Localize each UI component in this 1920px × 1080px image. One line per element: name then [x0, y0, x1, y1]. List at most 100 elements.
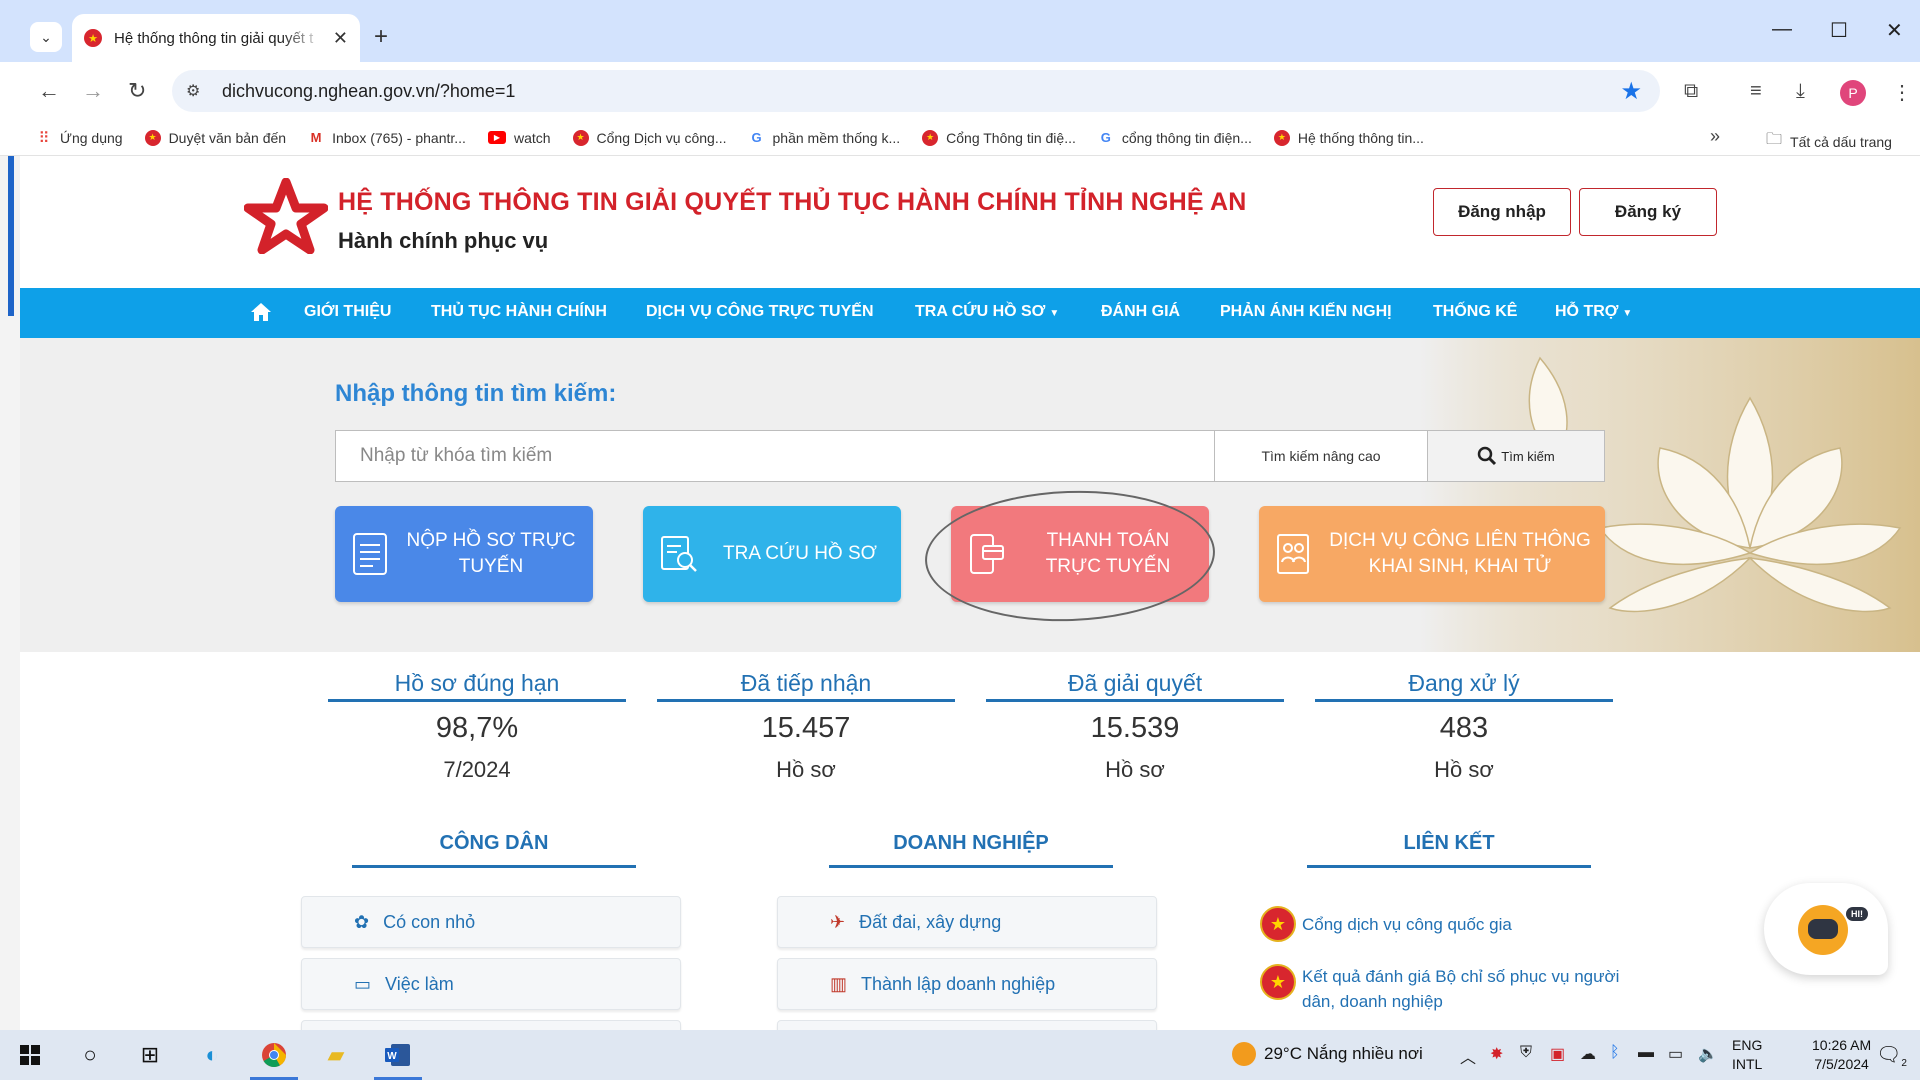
- land-icon: ✈: [830, 911, 846, 932]
- close-icon[interactable]: ✕: [333, 28, 348, 49]
- link-label: Cổng dịch vụ công quốc gia: [1302, 915, 1512, 934]
- bookmark-item[interactable]: Gcổng thông tin điện...: [1098, 130, 1252, 146]
- minimize-icon[interactable]: —: [1772, 18, 1792, 41]
- bookmark-star-icon[interactable]: ★: [1620, 77, 1642, 106]
- category-label: Có con nhỏ: [383, 911, 476, 932]
- task-view-icon[interactable]: ⊞: [122, 1030, 178, 1080]
- category-dat-dai-xay-dung[interactable]: ✈ Đất đai, xây dựng: [777, 896, 1157, 948]
- lotus-background-image: [1420, 338, 1920, 652]
- nav-dich-vu-cong[interactable]: DỊCH VỤ CÔNG TRỰC TUYẾN: [646, 303, 874, 321]
- profile-avatar[interactable]: P: [1840, 80, 1866, 106]
- nav-ho-tro[interactable]: HỖ TRỢ ▼: [1555, 303, 1632, 321]
- nav-danh-gia[interactable]: ĐÁNH GIÁ: [1101, 303, 1180, 321]
- input-language-indicator[interactable]: ENG INTL: [1732, 1036, 1762, 1074]
- window-close-icon[interactable]: ✕: [1886, 18, 1903, 43]
- emblem-icon: ★: [572, 129, 589, 146]
- system-clock[interactable]: 10:26 AM 7/5/2024: [1812, 1036, 1871, 1074]
- service-label: DỊCH VỤ CÔNG LIÊN THÔNG KHAI SINH, KHAI …: [1329, 530, 1591, 577]
- bookmark-item[interactable]: ★ Cổng Thông tin điệ...: [922, 129, 1076, 146]
- bookmark-label: watch: [513, 129, 551, 146]
- stat-processing: Đang xử lý 483 Hồ sơ: [1315, 664, 1613, 783]
- bookmark-item[interactable]: ⠿ Ứng dụng: [36, 130, 123, 147]
- weather-widget[interactable]: 29°C Nắng nhiều nơi: [1232, 1042, 1423, 1066]
- national-emblem-icon: ★: [1260, 964, 1296, 1000]
- emblem-icon: ★: [144, 129, 161, 146]
- home-icon[interactable]: [250, 301, 272, 323]
- all-bookmarks-button[interactable]: 🗀 Tất cả dấu trang: [1766, 128, 1892, 155]
- bookmark-item[interactable]: ★ Hệ thống thông tin...: [1273, 129, 1424, 146]
- antivirus-icon[interactable]: ▣: [1550, 1044, 1565, 1064]
- media-control-icon[interactable]: ≡: [1750, 80, 1762, 103]
- nav-label: DỊCH VỤ CÔNG TRỰC TUYẾN: [646, 303, 874, 320]
- nav-tra-cuu-ho-so[interactable]: TRA CỨU HỒ SƠ ▼: [915, 303, 1059, 321]
- bookmark-item[interactable]: M Inbox (765) - phantr...: [308, 130, 466, 146]
- site-logo-icon[interactable]: [244, 178, 328, 254]
- search-circle-icon[interactable]: ○: [62, 1030, 118, 1080]
- search-button[interactable]: Tìm kiếm: [1427, 430, 1605, 482]
- category-co-con-nho[interactable]: ✿ Có con nhỏ: [301, 896, 681, 948]
- link-national-public-service-portal[interactable]: ★ Cổng dịch vụ công quốc gia: [1260, 906, 1512, 942]
- tab-search-button[interactable]: ⌄: [30, 22, 62, 52]
- menu-kebab-icon[interactable]: ⋮: [1892, 80, 1912, 105]
- back-arrow-icon[interactable]: ←: [38, 78, 60, 104]
- category-label: Việc làm: [385, 973, 454, 994]
- link-service-index-results[interactable]: ★ Kết quả đánh giá Bộ chỉ số phục vụ ngư…: [1260, 964, 1619, 1014]
- nav-phan-anh-kien-nghi[interactable]: PHẢN ÁNH KIẾN NGHỊ: [1220, 303, 1392, 321]
- login-button[interactable]: Đăng nhập: [1433, 188, 1571, 236]
- category-viec-lam[interactable]: ▭ Việc làm: [301, 958, 681, 1010]
- link-label-line: Kết quả đánh giá Bộ chỉ số phục vụ người: [1302, 967, 1620, 986]
- site-settings-icon[interactable]: ⚙: [186, 81, 208, 101]
- submit-online-application-button[interactable]: NỘP HỒ SƠ TRỰC TUYẾN: [335, 506, 593, 602]
- notification-center-icon[interactable]: 🗨2: [1876, 1042, 1907, 1069]
- file-explorer-icon[interactable]: ▰: [308, 1030, 364, 1080]
- bluetooth-icon[interactable]: ᛒ: [1610, 1044, 1620, 1062]
- reload-icon[interactable]: ↻: [128, 78, 146, 104]
- chrome-browser-icon[interactable]: [246, 1030, 302, 1080]
- category-more-citizen[interactable]: [301, 1020, 681, 1030]
- birth-death-registration-button[interactable]: DỊCH VỤ CÔNG LIÊN THÔNG KHAI SINH, KHAI …: [1259, 506, 1605, 602]
- bookmark-item[interactable]: Gphần mềm thống k...: [749, 130, 900, 146]
- nav-thu-tuc-hanh-chinh[interactable]: THỦ TỤC HÀNH CHÍNH: [431, 303, 607, 321]
- bookmark-item[interactable]: ▶ watch: [487, 129, 551, 146]
- register-button[interactable]: Đăng ký: [1579, 188, 1717, 236]
- search-input[interactable]: [335, 430, 1215, 482]
- network-icon[interactable]: ▭: [1668, 1044, 1683, 1064]
- site-title: HỆ THỐNG THÔNG TIN GIẢI QUYẾT THỦ TỤC HÀ…: [338, 188, 1247, 216]
- link-label-line: dân, doanh nghiệp: [1302, 992, 1443, 1011]
- windows-start-icon[interactable]: [2, 1030, 58, 1080]
- download-icon[interactable]: ⤓: [1796, 80, 1805, 103]
- stat-resolved: Đã giải quyết 15.539 Hồ sơ: [986, 664, 1284, 783]
- advanced-search-button[interactable]: Tìm kiếm nâng cao: [1214, 430, 1428, 482]
- volume-icon[interactable]: 🔈: [1698, 1044, 1718, 1064]
- stat-value: 15.457: [761, 712, 851, 744]
- category-more-business[interactable]: [777, 1020, 1157, 1030]
- lookup-application-button[interactable]: TRA CỨU HỒ SƠ: [643, 506, 901, 602]
- new-tab-button[interactable]: +: [374, 22, 388, 52]
- category-thanh-lap-doanh-nghiep[interactable]: ▥ Thành lập doanh nghiệp: [777, 958, 1157, 1010]
- security-shield-icon[interactable]: ⛨: [1520, 1044, 1532, 1062]
- forward-arrow-icon[interactable]: →: [82, 78, 104, 104]
- bookmark-item[interactable]: ★ Cổng Dịch vụ công...: [572, 129, 727, 146]
- url-text[interactable]: dichvucong.nghean.gov.vn/?home=1: [222, 81, 515, 102]
- extensions-icon[interactable]: ⧉: [1684, 80, 1698, 103]
- tray-overflow-chevron-icon[interactable]: ︿: [1460, 1044, 1476, 1068]
- battery-icon[interactable]: ▬: [1638, 1044, 1654, 1062]
- site-subtitle: Hành chính phục vụ: [338, 228, 549, 253]
- bookmark-item[interactable]: ★ Duyệt văn bản đến: [144, 129, 286, 146]
- more-bookmarks-button[interactable]: »: [1710, 126, 1720, 147]
- nav-label: THỦ TỤC HÀNH CHÍNH: [431, 303, 607, 320]
- cloud-icon[interactable]: ☁: [1580, 1044, 1596, 1064]
- word-app-icon[interactable]: W: [370, 1030, 426, 1080]
- browser-tab-active[interactable]: ★ Hệ thống thông tin giải quyết t ✕: [72, 14, 360, 62]
- address-bar[interactable]: ⚙ dichvucong.nghean.gov.vn/?home=1 ★: [172, 70, 1660, 112]
- edge-browser-icon[interactable]: ◐: [184, 1030, 240, 1080]
- maximize-icon[interactable]: ☐: [1830, 18, 1848, 43]
- nav-thong-ke[interactable]: THỐNG KÊ: [1433, 303, 1517, 321]
- briefcase-icon: ▭: [354, 973, 372, 994]
- address-toolbar: ← → ↻ ⚙ dichvucong.nghean.gov.vn/?home=1…: [0, 62, 1920, 120]
- chatbot-widget[interactable]: HI!: [1764, 883, 1888, 975]
- nav-gioi-thieu[interactable]: GIỚI THIỆU: [304, 303, 391, 321]
- main-navigation: GIỚI THIỆU THỦ TỤC HÀNH CHÍNH DỊCH VỤ CÔ…: [20, 288, 1920, 338]
- category-label: Đất đai, xây dựng: [859, 911, 1002, 932]
- tray-app-icon[interactable]: ✸: [1490, 1044, 1503, 1064]
